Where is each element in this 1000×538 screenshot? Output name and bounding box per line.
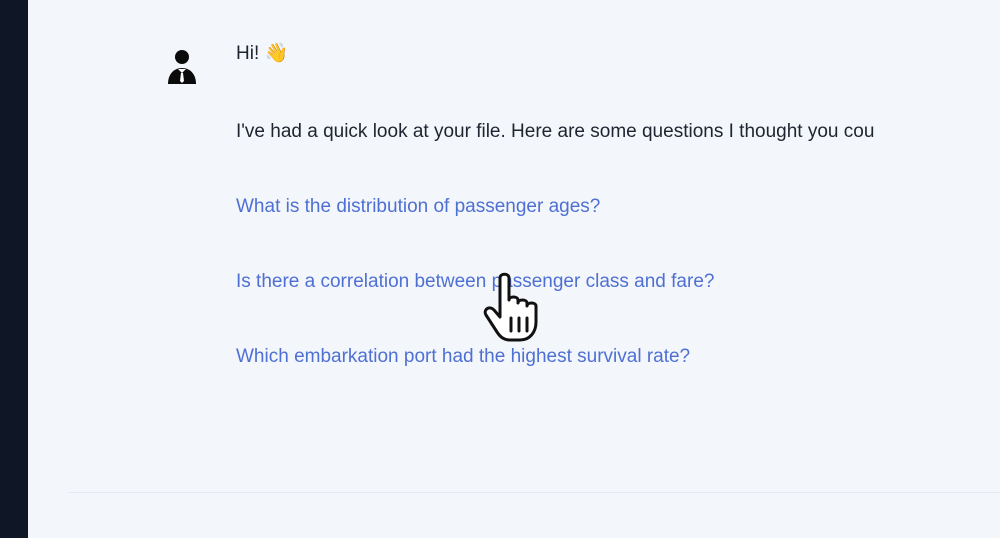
greeting-text: Hi! 👋 [236,43,289,64]
suggested-question-1[interactable]: What is the distribution of passenger ag… [236,193,1000,221]
divider [68,492,1000,493]
assistant-avatar-icon [165,48,199,86]
suggested-question-2[interactable]: Is there a correlation between passenger… [236,268,1000,296]
sidebar [0,0,28,538]
suggested-question-3[interactable]: Which embarkation port had the highest s… [236,343,1000,371]
assistant-message: Hi! 👋 I've had a quick look at your file… [236,40,1000,371]
intro-text: I've had a quick look at your file. Here… [236,121,875,142]
